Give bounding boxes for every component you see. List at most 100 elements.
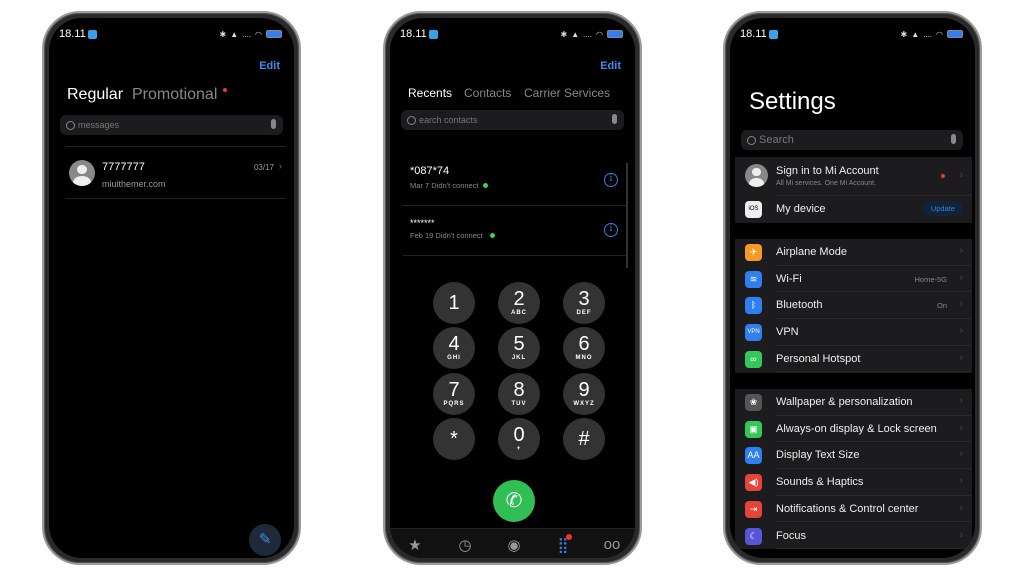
recent-call-row[interactable]: ******* Feb 19 Didn't connect i bbox=[390, 208, 635, 256]
tab-carrier-services[interactable]: Carrier Services bbox=[524, 86, 610, 100]
divider bbox=[403, 205, 627, 206]
chevron-right-icon: › bbox=[959, 169, 963, 181]
vpn-icon: VPN bbox=[745, 324, 762, 342]
wifi-icon: ◠ bbox=[936, 29, 943, 39]
chevron-right-icon: › bbox=[959, 421, 963, 434]
divider bbox=[65, 146, 286, 147]
key-5[interactable]: 5 JKL bbox=[498, 327, 540, 369]
silent-icon: ▲ bbox=[230, 29, 239, 39]
settings-row-display-text-size[interactable]: AA Display Text Size › bbox=[735, 442, 972, 470]
key-letters: WXYZ bbox=[573, 401, 595, 407]
settings-row-vpn[interactable]: VPN VPN › bbox=[735, 319, 972, 346]
favorites-star-icon[interactable]: ★ bbox=[405, 536, 425, 554]
key-9[interactable]: 9 WXYZ bbox=[563, 373, 605, 415]
account-title: Sign in to Mi Account bbox=[776, 165, 879, 177]
page-title: Settings bbox=[749, 88, 836, 115]
settings-row-bluetooth[interactable]: ᛒ Bluetooth On › bbox=[735, 292, 972, 320]
alert-dot bbox=[941, 174, 945, 178]
key-6[interactable]: 6 MNO bbox=[563, 327, 605, 369]
bluetooth-icon: ✱ bbox=[219, 29, 227, 39]
status-bar: 18.11 ✱ ▲.... ◠ bbox=[59, 27, 282, 41]
key-2[interactable]: 2 ABC bbox=[498, 282, 540, 324]
row-label: Display Text Size bbox=[776, 449, 860, 462]
settings-row-notifications-control-center[interactable]: ⇥ Notifications & Control center › bbox=[735, 496, 972, 523]
mic-icon[interactable] bbox=[951, 134, 956, 144]
mic-icon[interactable] bbox=[612, 114, 617, 124]
mi-account-row[interactable]: Sign in to Mi Account All Mi services. O… bbox=[735, 157, 972, 196]
key-3[interactable]: 3 DEF bbox=[563, 282, 605, 324]
settings-row-wallpaper-personalization[interactable]: ❀ Wallpaper & personalization › bbox=[735, 389, 972, 416]
tab-regular[interactable]: Regular bbox=[67, 86, 123, 104]
edit-button[interactable]: Edit bbox=[259, 60, 280, 72]
edit-button[interactable]: Edit bbox=[600, 60, 621, 72]
silent-icon: ▲ bbox=[571, 29, 580, 39]
messages-search-input[interactable]: messages bbox=[60, 115, 283, 135]
key-digit: 5 bbox=[513, 333, 525, 355]
recents-clock-icon[interactable]: ◷ bbox=[455, 536, 475, 554]
row-label: VPN bbox=[776, 326, 799, 339]
settings-row-focus[interactable]: ☾ Focus › bbox=[735, 523, 972, 550]
bottom-tab-bar: ★ ◷ ◉ ⣿ oo bbox=[390, 528, 635, 558]
key-8[interactable]: 8 TUV bbox=[498, 373, 540, 415]
tab-recents[interactable]: Recents bbox=[408, 86, 452, 100]
voicemail-icon[interactable]: oo bbox=[602, 536, 622, 553]
key-star[interactable]: * bbox=[433, 418, 475, 460]
tab-contacts[interactable]: Contacts bbox=[464, 86, 511, 100]
scrollbar[interactable] bbox=[626, 163, 628, 268]
tab-promotional[interactable]: Promotional bbox=[132, 86, 217, 104]
settings-row-airplane-mode[interactable]: ✈ Airplane Mode › bbox=[735, 239, 972, 266]
key-letters: DEF bbox=[576, 310, 592, 316]
account-group: Sign in to Mi Account All Mi services. O… bbox=[735, 157, 972, 223]
device-logo-icon: iOS bbox=[745, 201, 762, 218]
chevron-right-icon: › bbox=[959, 271, 963, 284]
notification-icon bbox=[87, 29, 97, 39]
call-button[interactable]: ✆ bbox=[493, 480, 535, 522]
signal-icon: .... bbox=[583, 29, 593, 39]
mic-icon[interactable] bbox=[271, 119, 276, 129]
settings-row-always-on-display-lock-screen[interactable]: ▣ Always-on display & Lock screen › bbox=[735, 416, 972, 443]
chevron-right-icon: › bbox=[959, 245, 963, 257]
update-button[interactable]: Update bbox=[922, 201, 963, 216]
recent-detail: Feb 19 Didn't connect bbox=[410, 231, 483, 240]
wifi-icon: ≋ bbox=[745, 270, 762, 288]
settings-row-personal-hotspot[interactable]: ∞ Personal Hotspot › bbox=[735, 346, 972, 373]
key-letters: PQRS bbox=[443, 401, 465, 407]
message-thread[interactable]: 7777777 miuithemer.com 03/17 › bbox=[49, 148, 294, 198]
contacts-search-input[interactable]: earch contacts bbox=[401, 110, 624, 130]
key-7[interactable]: 7 PQRS bbox=[433, 373, 475, 415]
hotspot-icon: ∞ bbox=[745, 350, 762, 368]
battery-icon bbox=[947, 30, 963, 38]
chevron-right-icon: › bbox=[959, 351, 963, 364]
key-hash[interactable]: # bbox=[563, 418, 605, 460]
key-4[interactable]: 4 GHI bbox=[433, 327, 475, 369]
compose-button[interactable]: ✎ bbox=[249, 524, 281, 556]
row-label: Bluetooth bbox=[776, 299, 823, 312]
settings-row-wi-fi[interactable]: ≋ Wi-Fi Home-5G › bbox=[735, 266, 972, 293]
settings-search-input[interactable]: Search bbox=[741, 130, 963, 150]
display-group: ❀ Wallpaper & personalization › ▣ Always… bbox=[735, 389, 972, 550]
recent-detail: Mar 7 Didn't connect bbox=[410, 181, 479, 190]
key-digit: 2 bbox=[513, 288, 525, 310]
recent-call-row[interactable]: *087*74 Mar 7 Didn't connect i bbox=[390, 158, 635, 206]
search-placeholder: Search bbox=[759, 134, 794, 146]
row-label: Notifications & Control center bbox=[776, 502, 919, 515]
key-0[interactable]: 0 + bbox=[498, 418, 540, 460]
thread-preview: miuithemer.com bbox=[102, 179, 166, 189]
key-digit: # bbox=[578, 428, 590, 450]
account-subtitle: All Mi services. One Mi Account. bbox=[776, 180, 876, 187]
signal-icon: .... bbox=[242, 29, 252, 39]
chevron-right-icon: › bbox=[959, 501, 963, 514]
info-icon[interactable]: i bbox=[604, 223, 618, 237]
settings-row-sounds-haptics[interactable]: ◀) Sounds & Haptics › bbox=[735, 469, 972, 496]
key-1[interactable]: 1 bbox=[433, 282, 475, 324]
thread-name: 7777777 bbox=[102, 161, 145, 173]
row-label: Wi-Fi bbox=[776, 272, 802, 285]
dialer-screen: 18.11 ✱ ▲.... ◠ Edit Recents Contacts Carr… bbox=[390, 18, 635, 558]
key-letters: ABC bbox=[511, 310, 527, 316]
contacts-person-icon[interactable]: ◉ bbox=[504, 536, 524, 554]
key-digit: 3 bbox=[578, 288, 590, 310]
notifications-icon: ⇥ bbox=[745, 500, 762, 518]
phone-icon: ✆ bbox=[505, 490, 523, 512]
my-device-row[interactable]: iOS My device Update bbox=[735, 196, 972, 223]
info-icon[interactable]: i bbox=[604, 173, 618, 187]
